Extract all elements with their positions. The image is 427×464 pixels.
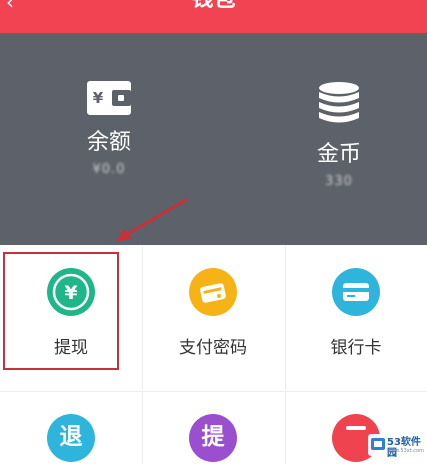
withdraw-record-tile[interactable]: 提	[142, 414, 284, 464]
balance-panel: ¥ 余额 ¥0.0 金币 330	[0, 33, 427, 245]
top-nav-bar: ‹ 钱包	[0, 0, 427, 33]
coin-label: 金币	[316, 142, 361, 167]
bank-card-icon	[332, 268, 380, 316]
payment-password-label: 支付密码	[179, 338, 247, 358]
grid-divider	[0, 391, 427, 392]
highlight-box	[3, 252, 119, 370]
page-title: 钱包	[0, 0, 427, 13]
svg-text:¥: ¥	[93, 89, 104, 107]
wallet-yen-icon: ¥	[87, 81, 131, 115]
bank-card-tile[interactable]: 银行卡	[285, 268, 427, 358]
withdraw-record-icon: 提	[189, 414, 237, 462]
watermark-logo-icon	[371, 438, 385, 450]
watermark-sub: www.53xt.com	[387, 448, 424, 454]
refund-tile[interactable]: 退	[0, 414, 142, 464]
withdraw-record-glyph: 提	[201, 424, 225, 450]
coin-stack-icon	[319, 82, 359, 123]
refund-glyph: 退	[59, 424, 83, 450]
balance-stat[interactable]: ¥ 余额 ¥0.0	[49, 81, 169, 177]
coin-value: 330	[325, 174, 353, 189]
bank-card-label: 银行卡	[330, 338, 382, 358]
coin-stat[interactable]: 金币 330	[279, 81, 399, 189]
refund-icon: 退	[47, 414, 95, 462]
balance-value: ¥0.0	[92, 162, 126, 177]
watermark: 53软件园 www.53xt.com	[368, 434, 424, 459]
payment-password-tile[interactable]: 支付密码	[142, 268, 284, 358]
balance-label: 余额	[86, 130, 131, 155]
wallet-screen: ‹ 钱包 ¥ 余额 ¥0.0 金币 330	[0, 0, 427, 464]
annotation-arrow-icon	[116, 198, 188, 242]
payment-password-icon	[189, 268, 237, 316]
